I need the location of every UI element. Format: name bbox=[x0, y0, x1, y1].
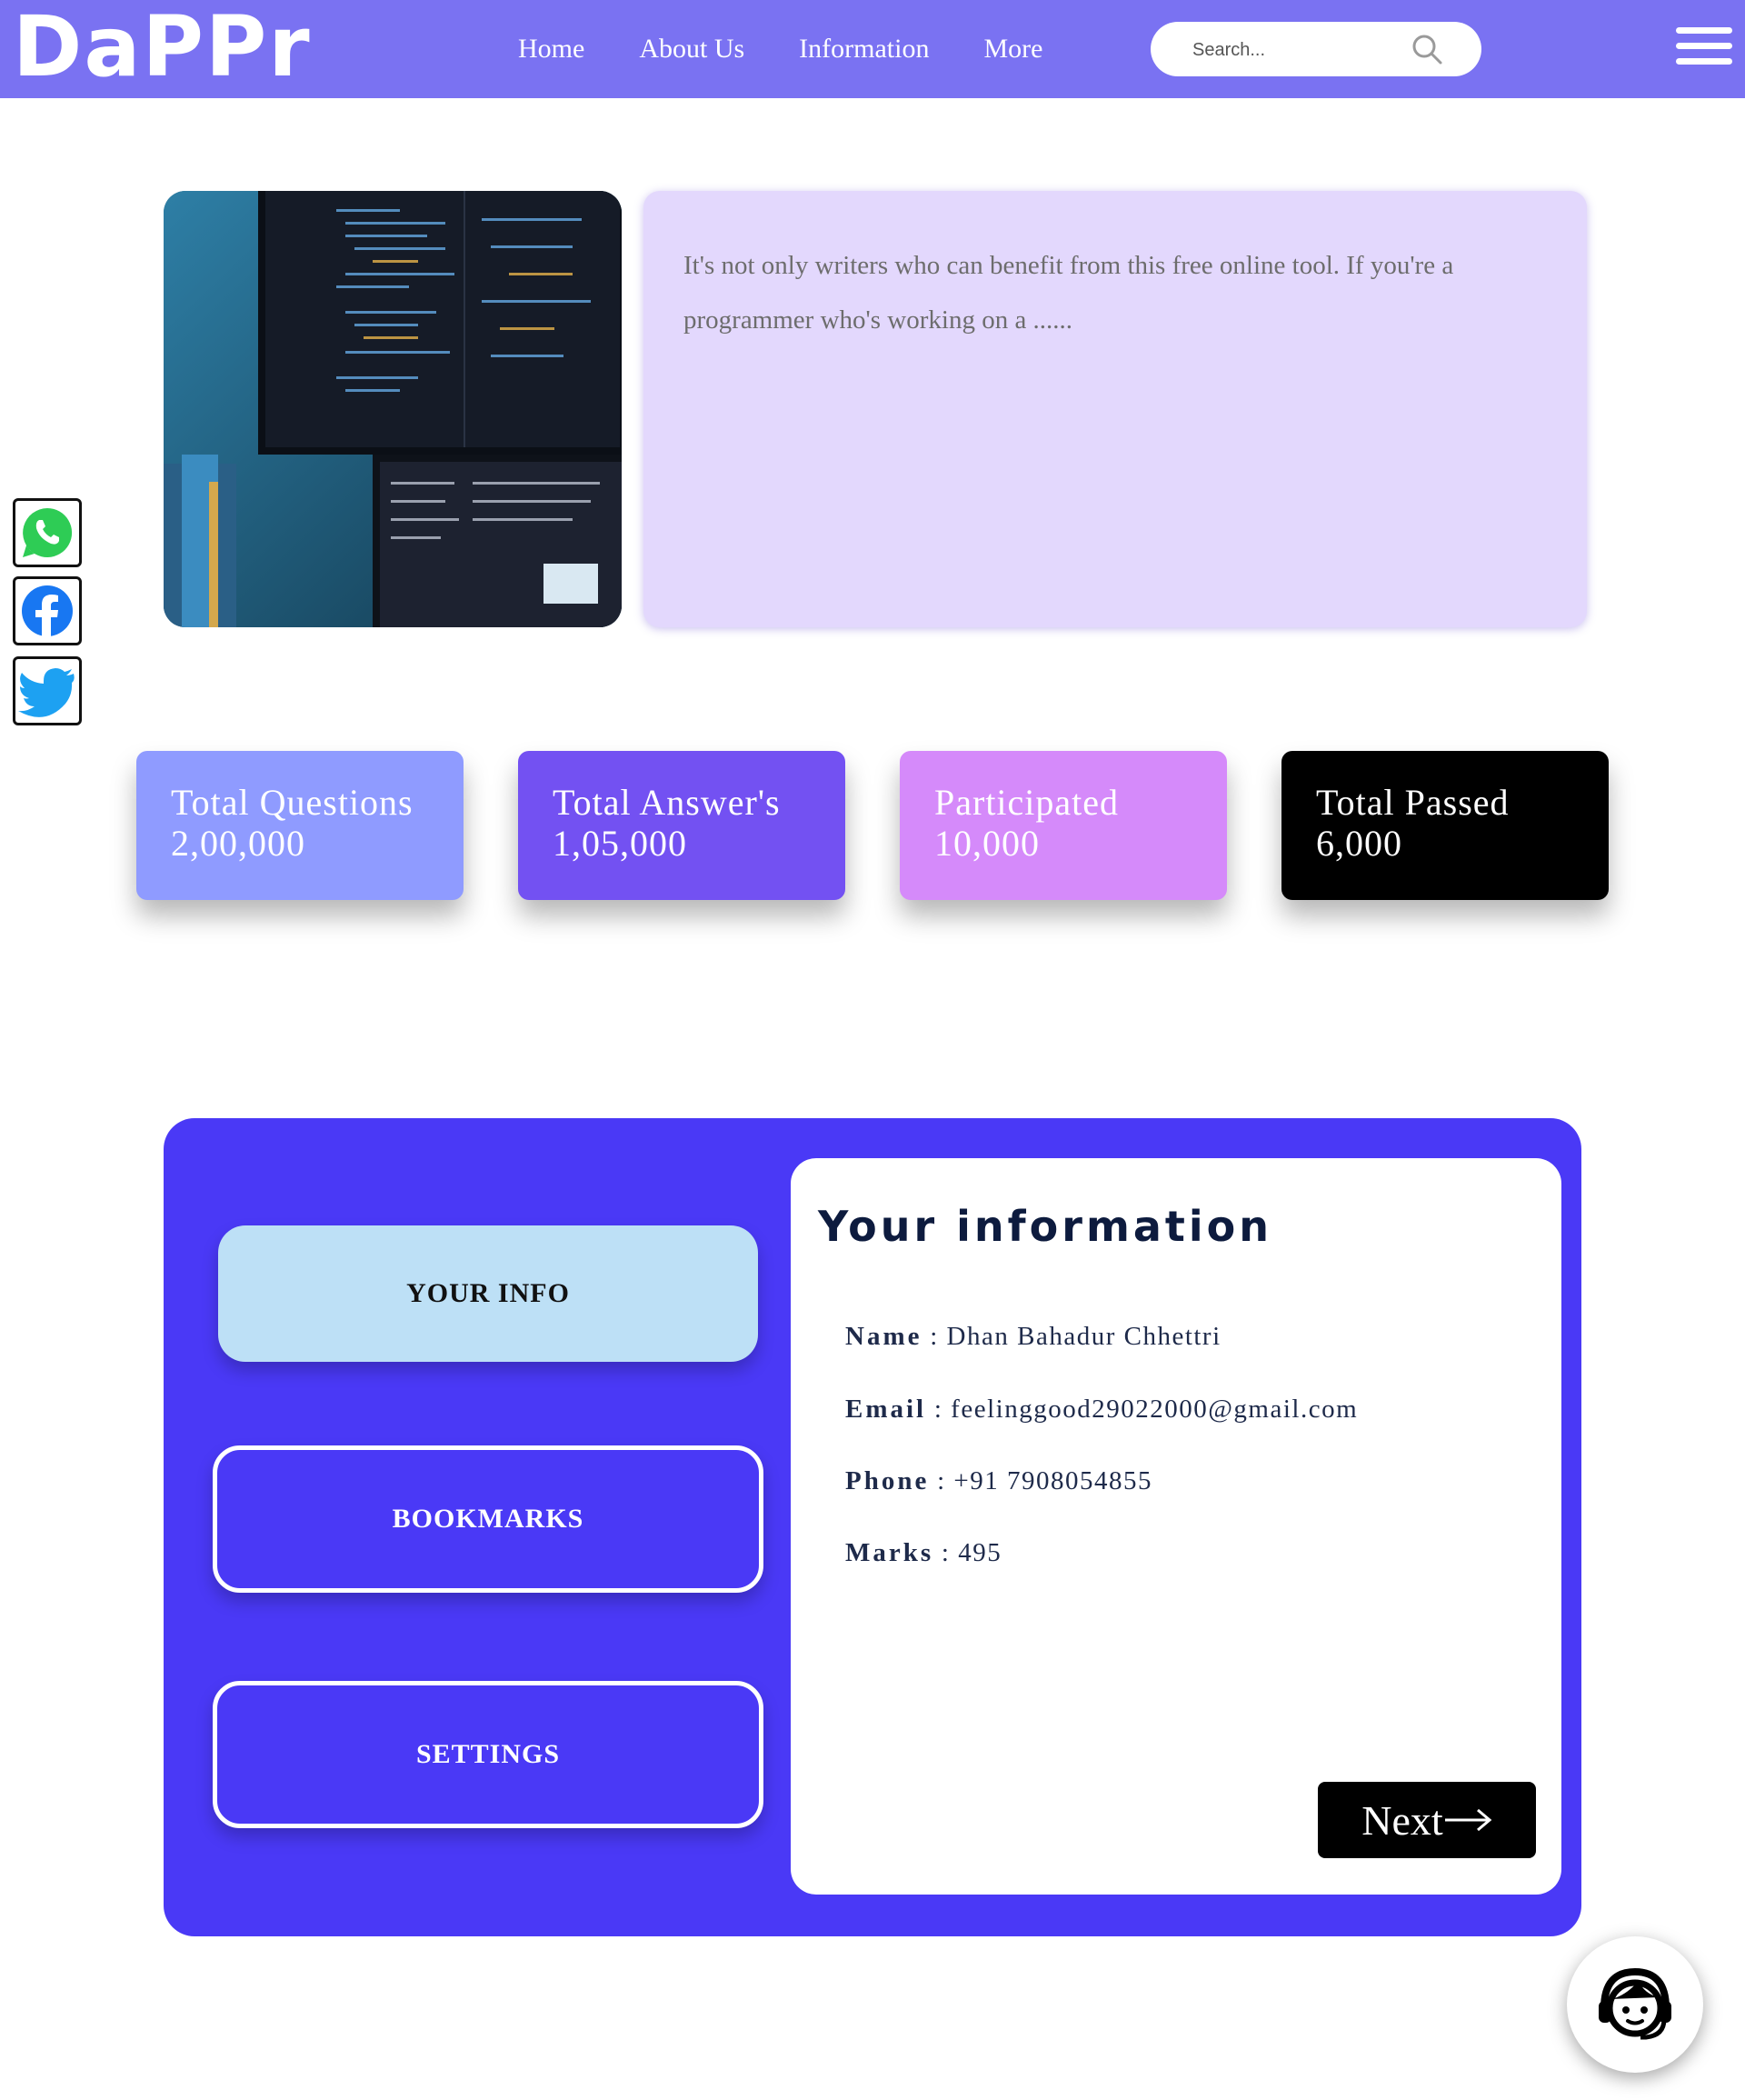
search-box bbox=[1151, 22, 1481, 76]
support-agent-icon bbox=[1599, 1967, 1671, 2040]
info-row-marks: Marks : 495 bbox=[845, 1538, 1002, 1568]
stat-value: 2,00,000 bbox=[171, 823, 305, 864]
code-monitors-illustration bbox=[164, 191, 622, 627]
search-input[interactable] bbox=[1191, 33, 1421, 67]
info-title: Your information bbox=[818, 1202, 1273, 1251]
stat-value: 6,000 bbox=[1316, 823, 1402, 864]
info-row-email: Email : feelinggood29022000@gmail.com bbox=[845, 1395, 1358, 1425]
info-card: Your information Name : Dhan Bahadur Chh… bbox=[791, 1158, 1561, 1895]
stat-card-total-questions: Total Questions 2,00,000 bbox=[136, 751, 464, 900]
whatsapp-share-button[interactable] bbox=[13, 498, 82, 567]
arrow-right-icon bbox=[1444, 1808, 1492, 1832]
info-key: Email bbox=[845, 1395, 927, 1424]
next-button[interactable]: Next bbox=[1318, 1782, 1536, 1858]
info-value: : 495 bbox=[941, 1538, 1002, 1567]
support-chat-button[interactable] bbox=[1567, 1936, 1703, 2073]
profile-panel: YOUR INFO BOOKMARKS SETTINGS Your inform… bbox=[164, 1118, 1581, 1936]
next-button-label: Next bbox=[1361, 1796, 1443, 1844]
hero-image bbox=[164, 191, 622, 627]
nav-item-about-us[interactable]: About Us bbox=[639, 34, 744, 65]
stat-value: 10,000 bbox=[934, 823, 1040, 864]
info-key: Phone bbox=[845, 1466, 930, 1495]
nav-item-information[interactable]: Information bbox=[799, 34, 929, 65]
hamburger-menu-icon[interactable] bbox=[1676, 27, 1732, 69]
hero-description-card: It's not only writers who can benefit fr… bbox=[643, 191, 1587, 627]
twitter-share-button[interactable] bbox=[13, 656, 82, 725]
stat-card-total-passed: Total Passed 6,000 bbox=[1281, 751, 1609, 900]
hero-description: It's not only writers who can benefit fr… bbox=[683, 251, 1454, 335]
info-value: : Dhan Bahadur Chhettri bbox=[930, 1322, 1222, 1351]
search-icon[interactable] bbox=[1411, 33, 1443, 65]
nav-links: Home About Us Information More bbox=[518, 0, 1097, 98]
tab-bookmarks[interactable]: BOOKMARKS bbox=[213, 1445, 763, 1593]
tab-settings[interactable]: SETTINGS bbox=[213, 1681, 763, 1828]
info-value: : feelinggood29022000@gmail.com bbox=[933, 1395, 1359, 1424]
stat-label: Participated bbox=[934, 782, 1120, 823]
info-key: Marks bbox=[845, 1538, 934, 1567]
tab-your-info[interactable]: YOUR INFO bbox=[218, 1225, 758, 1362]
stat-label: Total Questions bbox=[171, 782, 414, 823]
facebook-share-button[interactable] bbox=[13, 576, 82, 645]
whatsapp-icon bbox=[23, 507, 73, 557]
brand-logo[interactable]: DaPPr bbox=[13, 2, 312, 93]
twitter-icon bbox=[18, 668, 75, 717]
info-key: Name bbox=[845, 1322, 922, 1351]
info-row-name: Name : Dhan Bahadur Chhettri bbox=[845, 1322, 1222, 1352]
nav-item-home[interactable]: Home bbox=[518, 34, 584, 65]
stat-label: Total Passed bbox=[1316, 782, 1510, 823]
facebook-icon bbox=[22, 585, 73, 637]
stat-card-total-answers: Total Answer's 1,05,000 bbox=[518, 751, 845, 900]
navbar: DaPPr Home About Us Information More bbox=[0, 0, 1745, 98]
stat-card-participated: Participated 10,000 bbox=[900, 751, 1227, 900]
nav-item-more[interactable]: More bbox=[983, 34, 1042, 65]
info-row-phone: Phone : +91 7908054855 bbox=[845, 1466, 1152, 1496]
stat-label: Total Answer's bbox=[553, 782, 781, 823]
info-value: : +91 7908054855 bbox=[937, 1466, 1153, 1495]
stat-value: 1,05,000 bbox=[553, 823, 687, 864]
